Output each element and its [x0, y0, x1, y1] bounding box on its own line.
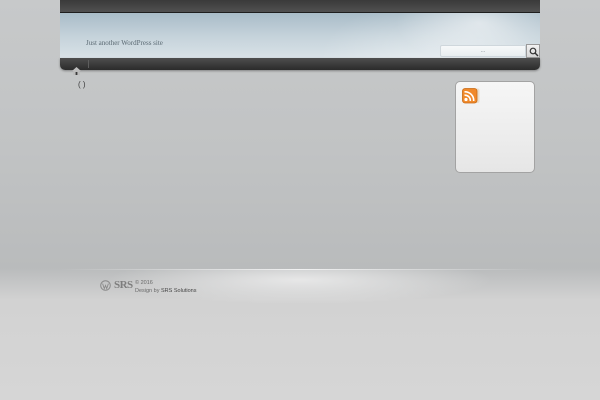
- footer-design-link[interactable]: SRS Solutions: [161, 288, 196, 294]
- nav-bar: [60, 58, 540, 75]
- site-header: Just another WordPress site: [60, 0, 540, 75]
- footer-credits: © 2016 Design by SRS Solutions: [135, 279, 196, 295]
- rss-icon: [462, 88, 480, 104]
- footer-design-credit: Design by SRS Solutions: [135, 287, 196, 295]
- search-icon: [529, 47, 539, 57]
- site-tagline: Just another WordPress site: [86, 39, 163, 47]
- header-banner: Just another WordPress site: [60, 13, 540, 58]
- srs-logo: SRS: [114, 279, 133, 291]
- footer-design-label: Design by: [135, 288, 160, 294]
- wordpress-logo-icon: [100, 280, 111, 291]
- nav-separator: [88, 60, 89, 68]
- footer-copyright: © 2016: [135, 280, 153, 286]
- sidebar-widget: [455, 81, 535, 173]
- post-meta: ( ): [78, 80, 86, 89]
- home-link[interactable]: [72, 60, 81, 75]
- header-top-bar: [60, 0, 540, 13]
- home-icon: [72, 67, 81, 75]
- search-input[interactable]: [440, 45, 526, 57]
- rss-feed-link[interactable]: [462, 88, 480, 104]
- search-button[interactable]: [526, 44, 540, 58]
